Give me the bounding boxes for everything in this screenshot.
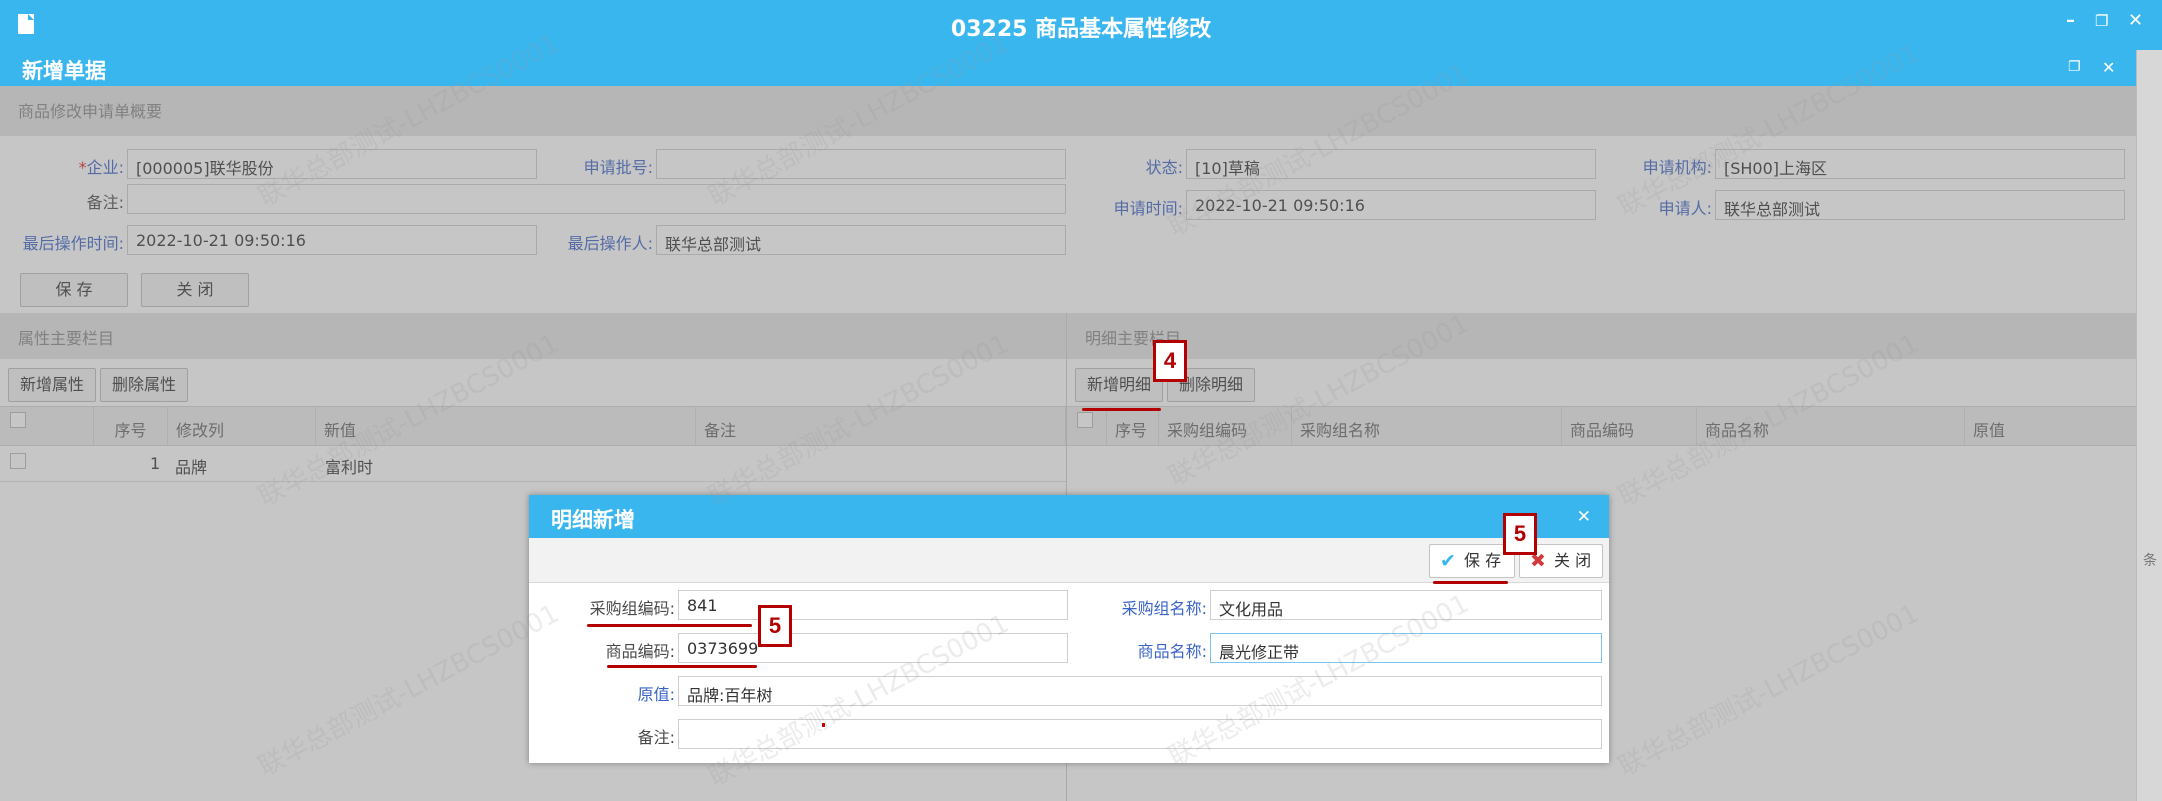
app-titlebar: 03225 商品基本属性修改 – ❐ ✕ (0, 0, 2162, 50)
dialog-close-icon[interactable]: ✕ (1577, 507, 1591, 527)
restore-icon[interactable]: ❐ (2095, 14, 2108, 29)
dialog-save-label: 保 存 (1464, 551, 1502, 570)
window-close-icon[interactable]: ✕ (2102, 58, 2115, 77)
group-name-field[interactable]: 文化用品 (1210, 590, 1602, 620)
app-title: 03225 商品基本属性修改 (950, 17, 1212, 42)
dialog-remark-field[interactable] (678, 719, 1602, 749)
dialog-remark-label: 备注: (637, 728, 675, 747)
close-icon[interactable]: ✕ (2128, 12, 2143, 30)
product-name-field[interactable]: 晨光修正带 (1210, 633, 1602, 663)
text-cursor-mark (822, 723, 825, 727)
minimize-icon[interactable]: – (2066, 12, 2075, 30)
right-side-panel: 条 (2136, 50, 2162, 801)
group-code-underline (587, 624, 752, 627)
step-marker-5-fields: 5 (758, 605, 792, 647)
window-title: 新增单据 (22, 59, 106, 83)
window-titlebar: 新增单据 ❐ ✕ (0, 50, 2136, 86)
group-code-field[interactable]: 841 (678, 590, 1068, 620)
product-code-field[interactable]: 0373699 (678, 633, 1068, 663)
step-marker-4: 4 (1153, 340, 1187, 382)
window-restore-icon[interactable]: ❐ (2068, 59, 2081, 75)
check-icon: ✔ (1440, 550, 1456, 572)
detail-add-dialog: 明细新增 ✕ ✔ 保 存 ✖ 关 闭 采购组编码: 841 采购组名称: 文化用… (529, 495, 1609, 763)
side-text: 条 (2143, 553, 2157, 569)
save-underline (1433, 581, 1508, 584)
original-value-field[interactable]: 品牌:百年树 (678, 676, 1602, 706)
group-name-label: 采购组名称: (1121, 599, 1207, 618)
dialog-title: 明细新增 (551, 508, 635, 532)
add-detail-underline (1082, 408, 1161, 411)
step-marker-5-save: 5 (1503, 513, 1537, 555)
dialog-close-label: 关 闭 (1554, 551, 1592, 570)
original-value-label: 原值: (637, 685, 675, 704)
product-name-label: 商品名称: (1137, 642, 1207, 661)
dialog-toolbar: ✔ 保 存 ✖ 关 闭 (529, 538, 1609, 583)
group-code-label: 采购组编码: (589, 599, 675, 618)
product-code-underline (607, 665, 757, 668)
dialog-titlebar: 明细新增 ✕ (529, 495, 1609, 538)
product-code-label: 商品编码: (605, 642, 675, 661)
